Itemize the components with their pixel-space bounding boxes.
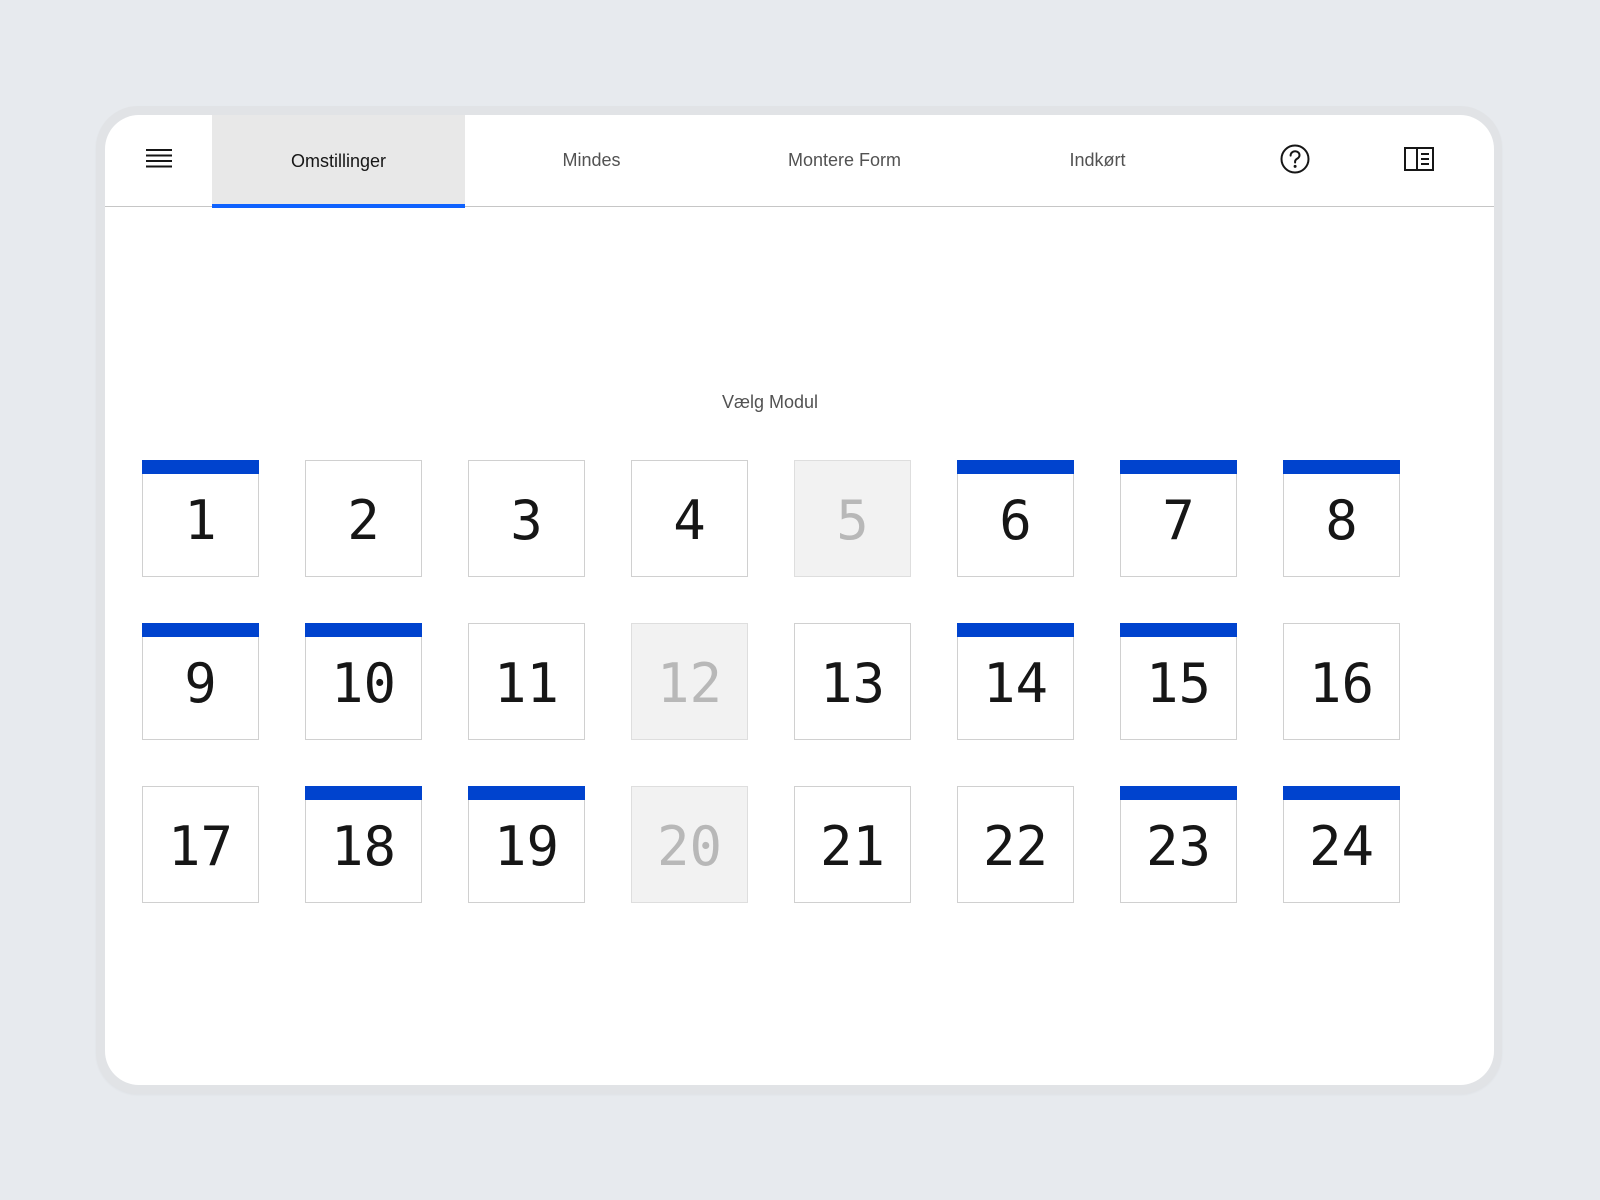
tab-label: Montere Form [787, 150, 902, 170]
module-number: 3 [510, 489, 543, 552]
module-number: 15 [1145, 652, 1212, 715]
module-number: 21 [819, 815, 886, 878]
module-marker-bar [1120, 460, 1237, 474]
module-tile-2[interactable]: 2 [305, 460, 422, 577]
module-number: 16 [1308, 652, 1375, 715]
module-tile-19[interactable]: 19 [468, 786, 585, 903]
module-tile-24[interactable]: 24 [1283, 786, 1400, 903]
module-number: 8 [1325, 489, 1358, 552]
module-number: 19 [493, 815, 560, 878]
module-tile-14[interactable]: 14 [957, 623, 1074, 740]
module-tile-13[interactable]: 13 [794, 623, 911, 740]
top-navigation-bar: Omstillinger Mindes Montere Form Indkørt [105, 115, 1494, 208]
module-marker-bar [468, 786, 585, 800]
module-tile-17[interactable]: 17 [142, 786, 259, 903]
module-tile-22[interactable]: 22 [957, 786, 1074, 903]
module-tile-9[interactable]: 9 [142, 623, 259, 740]
module-number: 1 [184, 489, 217, 552]
module-tile-20: 20 [631, 786, 748, 903]
hamburger-menu-icon [145, 147, 172, 174]
tab-label: Mindes [562, 150, 621, 170]
side-panel-icon [1404, 146, 1434, 176]
module-tile-6[interactable]: 6 [957, 460, 1074, 577]
module-number: 20 [656, 815, 723, 878]
tab-label: Indkørt [1069, 150, 1126, 170]
module-tile-21[interactable]: 21 [794, 786, 911, 903]
help-icon [1279, 143, 1311, 180]
module-number: 12 [656, 652, 723, 715]
module-tile-7[interactable]: 7 [1120, 460, 1237, 577]
module-number: 11 [493, 652, 560, 715]
module-tile-4[interactable]: 4 [631, 460, 748, 577]
tab-indkort[interactable]: Indkørt [971, 115, 1224, 206]
module-tile-8[interactable]: 8 [1283, 460, 1400, 577]
tab-mindes[interactable]: Mindes [465, 115, 718, 206]
module-marker-bar [305, 786, 422, 800]
module-number: 24 [1308, 815, 1375, 878]
module-marker-bar [305, 623, 422, 637]
module-tile-16[interactable]: 16 [1283, 623, 1400, 740]
module-number: 7 [1162, 489, 1195, 552]
module-tile-1[interactable]: 1 [142, 460, 259, 577]
module-number: 6 [999, 489, 1032, 552]
module-tile-12: 12 [631, 623, 748, 740]
module-tile-10[interactable]: 10 [305, 623, 422, 740]
module-tile-23[interactable]: 23 [1120, 786, 1237, 903]
module-grid: 1 2 3 4 5 6 7 8 9 10 11 12 13 14 15 16 17 18 19 20 21 22 23 24 [142, 460, 1400, 903]
module-marker-bar [142, 460, 259, 474]
module-number: 4 [673, 489, 706, 552]
module-number: 22 [982, 815, 1049, 878]
module-marker-bar [1283, 786, 1400, 800]
help-button[interactable] [1271, 137, 1319, 185]
module-marker-bar [142, 623, 259, 637]
module-number: 13 [819, 652, 886, 715]
tab-montere-form[interactable]: Montere Form [718, 115, 971, 206]
module-marker-bar [1283, 460, 1400, 474]
module-tile-5: 5 [794, 460, 911, 577]
module-number: 17 [167, 815, 234, 878]
module-number: 2 [347, 489, 380, 552]
module-tile-3[interactable]: 3 [468, 460, 585, 577]
tab-label: Omstillinger [290, 151, 387, 171]
page-title: Vælg Modul [721, 392, 819, 412]
module-marker-bar [957, 623, 1074, 637]
module-number: 9 [184, 652, 217, 715]
module-marker-bar [1120, 786, 1237, 800]
module-number: 18 [330, 815, 397, 878]
app-screen: Omstillinger Mindes Montere Form Indkørt [105, 115, 1494, 1085]
side-panel-button[interactable] [1395, 137, 1443, 185]
module-marker-bar [1120, 623, 1237, 637]
tab-omstillinger[interactable]: Omstillinger [212, 115, 465, 208]
module-number: 10 [330, 652, 397, 715]
menu-button[interactable] [105, 115, 212, 206]
module-number: 5 [836, 489, 869, 552]
module-number: 14 [982, 652, 1049, 715]
module-number: 23 [1145, 815, 1212, 878]
module-tile-18[interactable]: 18 [305, 786, 422, 903]
module-marker-bar [957, 460, 1074, 474]
module-tile-11[interactable]: 11 [468, 623, 585, 740]
module-tile-15[interactable]: 15 [1120, 623, 1237, 740]
